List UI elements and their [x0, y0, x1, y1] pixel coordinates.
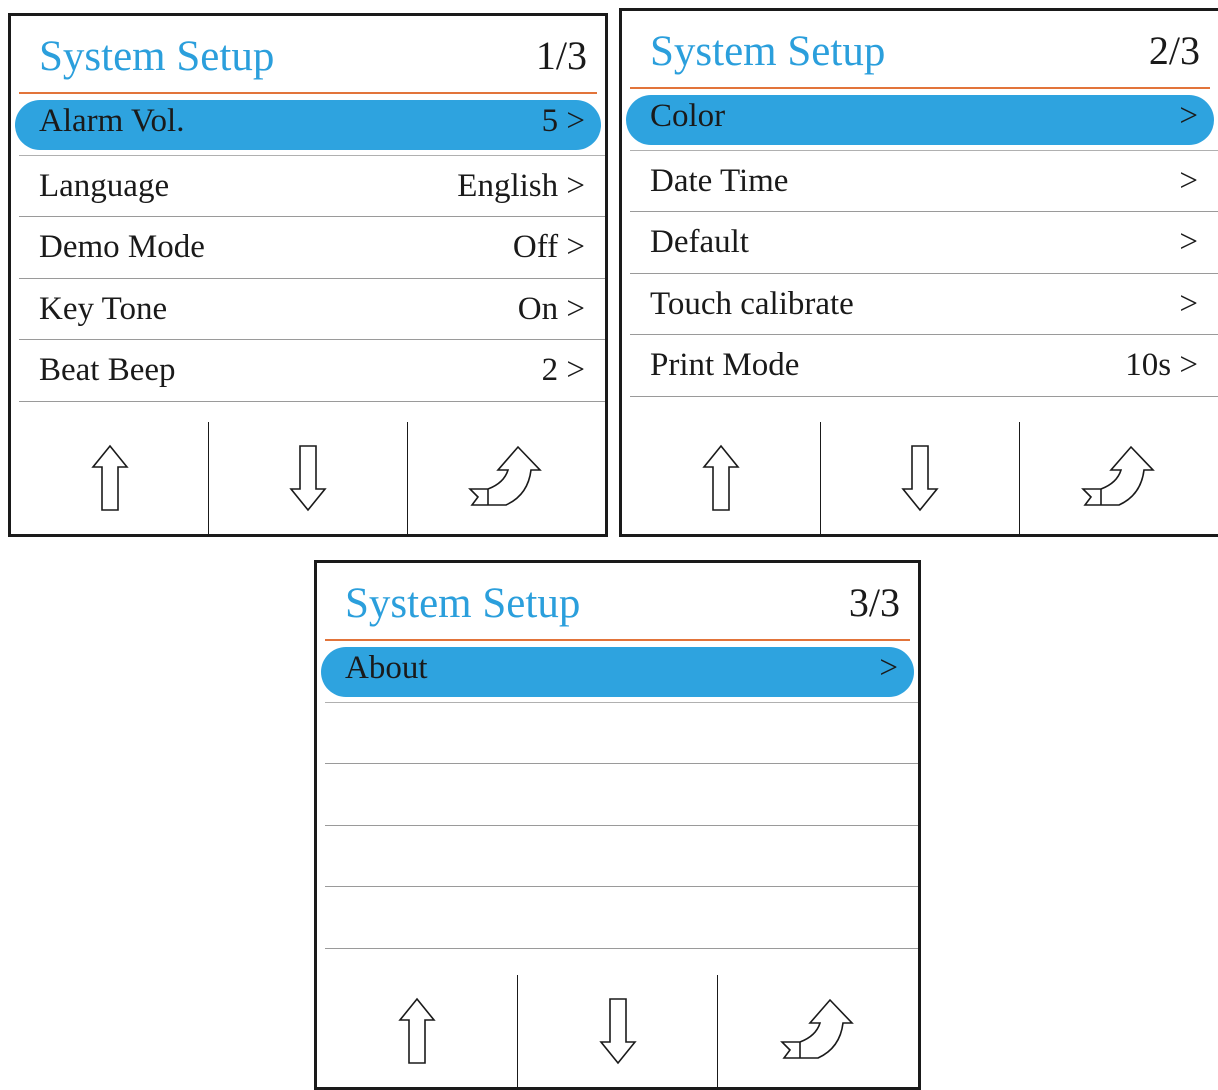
menu-item-label: Key Tone [39, 290, 168, 327]
menu-item-value: 5 > [541, 103, 585, 139]
menu-item-about[interactable]: About > [321, 641, 918, 703]
menu-item-value: 10s > [1125, 347, 1198, 383]
menu-item-empty [325, 703, 918, 764]
page-title: System Setup [650, 28, 886, 75]
menu-item-demo-mode[interactable]: Demo Mode Off > [19, 217, 605, 279]
menu-item-value: > [1179, 285, 1198, 322]
menu-item-label: Language [39, 167, 170, 204]
menu-item-date-time[interactable]: Date Time > [630, 151, 1218, 212]
screen-footer [11, 422, 605, 534]
scroll-up-button[interactable] [622, 422, 821, 534]
scroll-up-button[interactable] [317, 975, 518, 1087]
arrow-down-icon [901, 445, 939, 512]
system-setup-screen-2: System Setup 2/3 Color > Date Time > Def… [619, 8, 1218, 537]
system-setup-screen-3: System Setup 3/3 About > [314, 560, 921, 1090]
page-indicator: 1/3 [535, 33, 587, 78]
menu-item-alarm-vol[interactable]: Alarm Vol. 5 > [15, 94, 605, 156]
menu-item-print-mode[interactable]: Print Mode 10s > [630, 335, 1218, 397]
menu-item-label: Print Mode [650, 347, 800, 383]
back-button[interactable] [718, 975, 918, 1087]
arrow-down-icon [598, 998, 637, 1065]
return-icon [780, 998, 855, 1059]
menu-item-color[interactable]: Color > [626, 89, 1218, 151]
screen-header: System Setup 2/3 [630, 11, 1210, 89]
menu-item-default[interactable]: Default > [630, 212, 1218, 274]
back-button[interactable] [408, 422, 605, 534]
menu-item-label: About [345, 650, 428, 686]
page-indicator: 3/3 [848, 580, 900, 625]
page-indicator: 2/3 [1148, 28, 1200, 73]
return-icon [1081, 445, 1155, 506]
menu-list: Alarm Vol. 5 > Language English > Demo M… [11, 94, 605, 402]
menu-item-label: Color [650, 98, 726, 134]
system-setup-screen-1: System Setup 1/3 Alarm Vol. 5 > Language… [8, 13, 608, 537]
screen-footer [622, 422, 1218, 534]
page-title: System Setup [345, 580, 581, 627]
menu-list: About > [317, 641, 918, 949]
arrow-up-icon [702, 444, 740, 511]
menu-list: Color > Date Time > Default > Touch cali… [622, 89, 1218, 397]
screen-footer [317, 975, 918, 1087]
return-icon [468, 445, 543, 506]
back-button[interactable] [1020, 422, 1218, 534]
scroll-up-button[interactable] [11, 422, 210, 534]
scroll-down-button[interactable] [518, 975, 719, 1087]
arrow-up-icon [90, 444, 129, 511]
menu-item-value: Off > [512, 229, 585, 265]
menu-item-empty [325, 887, 918, 949]
menu-item-empty [325, 826, 918, 887]
menu-item-label: Demo Mode [39, 229, 205, 265]
menu-item-value: On > [517, 290, 585, 327]
arrow-down-icon [289, 445, 327, 512]
menu-item-empty [325, 764, 918, 826]
menu-item-label: Beat Beep [39, 352, 176, 388]
screen-header: System Setup 3/3 [325, 563, 910, 641]
menu-item-value: English > [457, 167, 585, 204]
page-title: System Setup [39, 33, 275, 80]
menu-item-label: Touch calibrate [650, 285, 854, 322]
menu-item-value: 2 > [541, 352, 585, 388]
menu-item-label: Alarm Vol. [39, 103, 185, 139]
menu-item-value: > [879, 650, 898, 686]
menu-item-key-tone[interactable]: Key Tone On > [19, 279, 605, 340]
menu-item-touch-calibrate[interactable]: Touch calibrate > [630, 274, 1218, 335]
menu-item-value: > [1179, 98, 1198, 134]
menu-item-label: Default [650, 224, 749, 260]
screen-header: System Setup 1/3 [19, 16, 597, 94]
menu-item-value: > [1179, 224, 1198, 260]
menu-item-language[interactable]: Language English > [19, 156, 605, 217]
arrow-up-icon [398, 997, 436, 1064]
menu-item-value: > [1179, 162, 1198, 199]
scroll-down-button[interactable] [209, 422, 408, 534]
menu-item-label: Date Time [650, 162, 789, 199]
menu-item-beat-beep[interactable]: Beat Beep 2 > [19, 340, 605, 402]
scroll-down-button[interactable] [821, 422, 1020, 534]
